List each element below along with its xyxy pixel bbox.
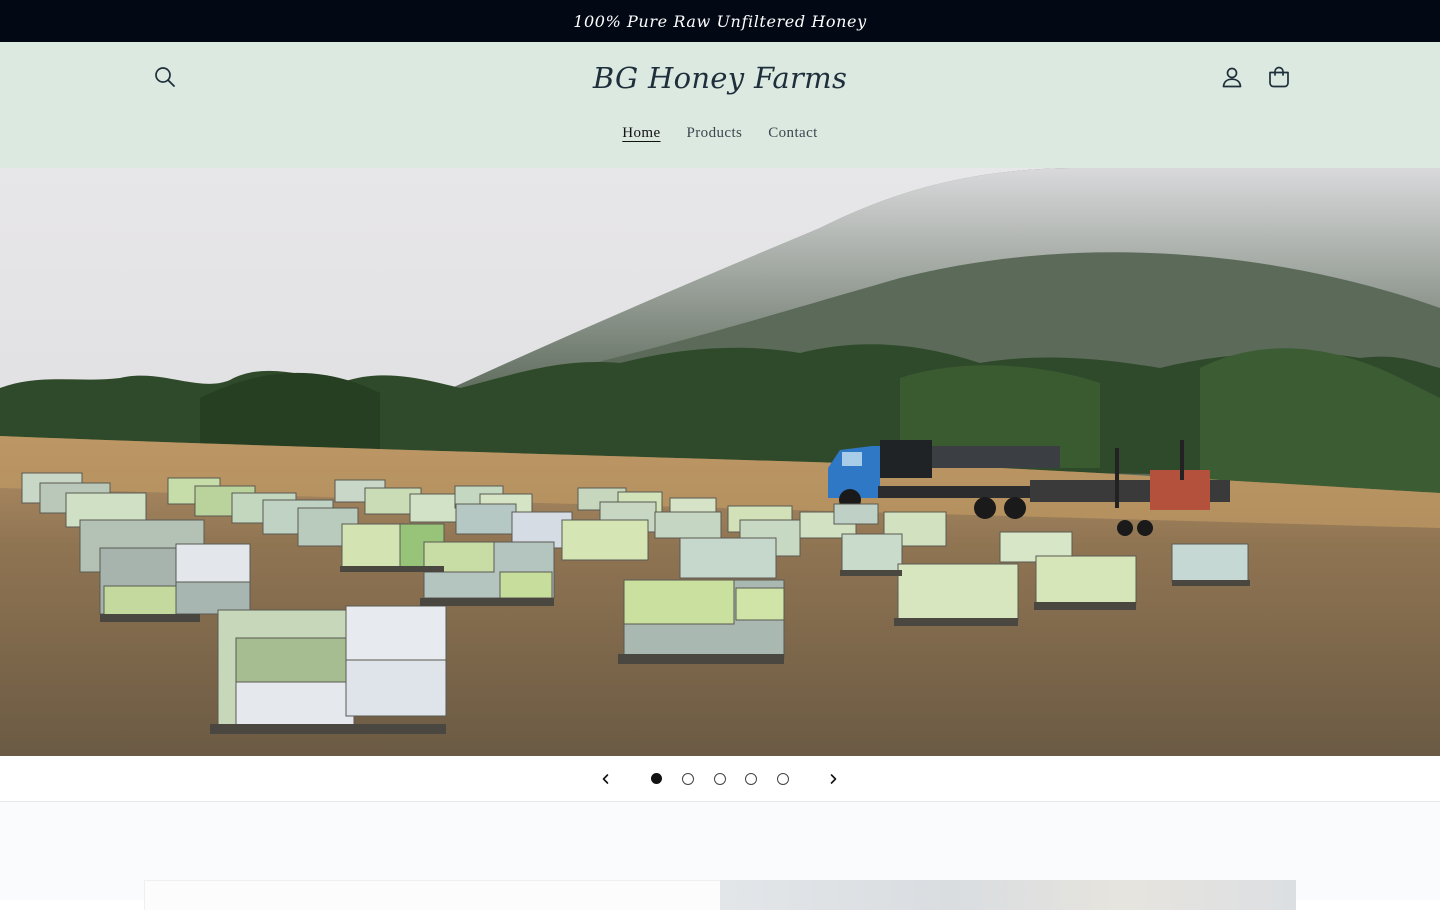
slideshow-controls — [0, 756, 1440, 802]
search-button[interactable] — [147, 59, 183, 95]
chevron-right-icon — [830, 774, 837, 784]
cart-button[interactable] — [1261, 59, 1297, 95]
announcement-text: 100% Pure Raw Unfiltered Honey — [573, 11, 867, 31]
slide-dot-5[interactable] — [777, 773, 789, 785]
featured-image-card — [720, 880, 1296, 910]
featured-section — [0, 802, 1440, 910]
site-logo[interactable]: BG Honey Farms — [520, 56, 920, 100]
slide-dot-2[interactable] — [682, 773, 694, 785]
nav-contact-link[interactable]: Contact — [768, 120, 817, 146]
search-icon — [155, 67, 175, 87]
hero-image — [0, 168, 1440, 756]
featured-text-card — [144, 880, 720, 910]
previous-slide-button[interactable] — [591, 764, 621, 794]
site-header: BG Honey Farms Home Products Contact — [0, 42, 1440, 168]
nav-home-link[interactable]: Home — [622, 120, 660, 146]
slide-dot-4[interactable] — [745, 773, 757, 785]
announcement-bar: 100% Pure Raw Unfiltered Honey — [0, 0, 1440, 42]
account-icon — [1222, 67, 1242, 88]
account-button[interactable] — [1214, 59, 1250, 95]
slide-dot-1[interactable] — [651, 773, 662, 784]
chevron-left-icon — [602, 774, 609, 784]
nav-products-link[interactable]: Products — [687, 120, 743, 146]
next-slide-button[interactable] — [818, 764, 848, 794]
cart-icon — [1269, 66, 1289, 88]
main-nav: Home Products Contact — [0, 120, 1440, 146]
hero-slideshow — [0, 168, 1440, 756]
slide-dot-3[interactable] — [714, 773, 726, 785]
